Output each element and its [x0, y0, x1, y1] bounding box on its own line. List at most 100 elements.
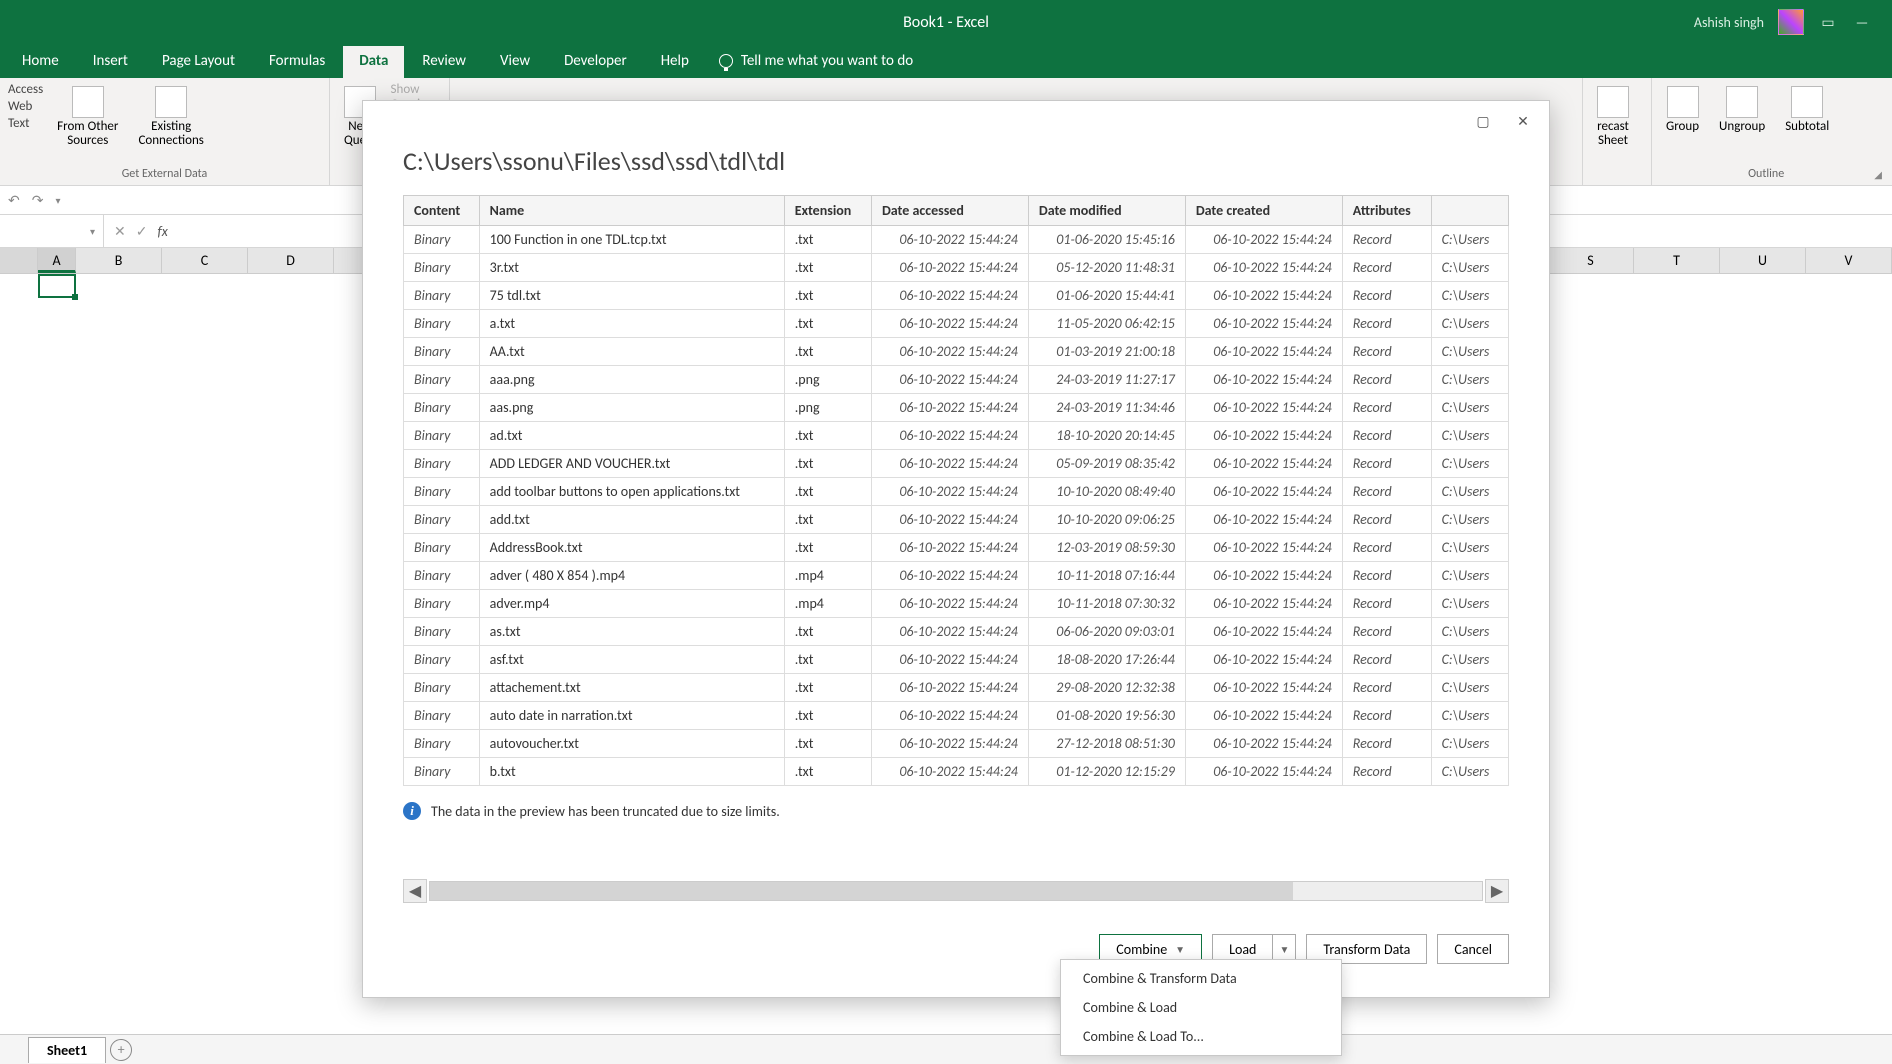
table-row[interactable]: Binaryadver.mp4.mp406-10-2022 15:44:2410…	[404, 590, 1509, 618]
folder-path: C:\Users\ssonu\Files\ssd\ssd\tdl\tdl	[363, 141, 1549, 195]
column-header-cell[interactable]: Attributes	[1342, 196, 1431, 226]
table-row[interactable]: Binaryadd toolbar buttons to open applic…	[404, 478, 1509, 506]
redo-icon[interactable]: ↷	[32, 192, 44, 209]
column-header[interactable]: C	[162, 248, 248, 273]
from-text-button[interactable]: Text	[8, 116, 43, 131]
table-cell: C:\Users	[1431, 422, 1508, 450]
column-header[interactable]: U	[1720, 248, 1806, 273]
table-row[interactable]: Binaryad.txt.txt06-10-2022 15:44:2418-10…	[404, 422, 1509, 450]
tab-view[interactable]: View	[484, 46, 546, 78]
tab-review[interactable]: Review	[406, 46, 482, 78]
add-sheet-button[interactable]: +	[110, 1039, 132, 1061]
horizontal-scrollbar[interactable]: ◀ ▶	[403, 878, 1509, 904]
table-cell: .txt	[784, 674, 871, 702]
tab-page-layout[interactable]: Page Layout	[146, 46, 251, 78]
subtotal-button[interactable]: Subtotal	[1779, 82, 1835, 138]
tab-help[interactable]: Help	[645, 46, 705, 78]
table-row[interactable]: Binary100 Function in one TDL.tcp.txt.tx…	[404, 226, 1509, 254]
table-cell: Record	[1342, 366, 1431, 394]
minimize-icon[interactable]: —	[1852, 12, 1872, 32]
table-cell: a.txt	[479, 310, 784, 338]
dialog-maximize-icon[interactable]: ▢	[1465, 106, 1501, 136]
table-cell: 06-10-2022 15:44:24	[871, 590, 1028, 618]
table-row[interactable]: Binaryb.txt.txt06-10-2022 15:44:2401-12-…	[404, 758, 1509, 786]
column-header[interactable]: T	[1634, 248, 1720, 273]
user-avatar[interactable]	[1778, 9, 1804, 35]
combine-load-item[interactable]: Combine & Load	[1061, 993, 1341, 1022]
scroll-thumb[interactable]	[430, 882, 1293, 900]
tell-me-search[interactable]: Tell me what you want to do	[707, 46, 925, 78]
table-row[interactable]: Binaryadver ( 480 X 854 ).mp4.mp406-10-2…	[404, 562, 1509, 590]
column-header-cell[interactable]: Name	[479, 196, 784, 226]
table-cell: 06-10-2022 15:44:24	[871, 702, 1028, 730]
enter-formula-icon[interactable]: ✓	[136, 223, 148, 240]
column-header-cell[interactable]	[1431, 196, 1508, 226]
table-row[interactable]: Binaryaaa.png.png06-10-2022 15:44:2424-0…	[404, 366, 1509, 394]
column-header[interactable]: V	[1806, 248, 1892, 273]
select-all-corner[interactable]	[0, 248, 38, 273]
ribbon-display-options-icon[interactable]: ▭	[1818, 12, 1838, 32]
table-row[interactable]: BinaryADD LEDGER AND VOUCHER.txt.txt06-1…	[404, 450, 1509, 478]
table-cell: Record	[1342, 646, 1431, 674]
scroll-left-icon[interactable]: ◀	[403, 879, 427, 903]
table-row[interactable]: Binary75 tdl.txt.txt06-10-2022 15:44:240…	[404, 282, 1509, 310]
column-header[interactable]: B	[76, 248, 162, 273]
outline-dialog-launcher-icon[interactable]: ◢	[1872, 168, 1884, 183]
table-row[interactable]: Binary3r.txt.txt06-10-2022 15:44:2405-12…	[404, 254, 1509, 282]
table-cell: C:\Users	[1431, 702, 1508, 730]
column-header-cell[interactable]: Extension	[784, 196, 871, 226]
lightbulb-icon	[719, 54, 733, 68]
tab-formulas[interactable]: Formulas	[253, 46, 341, 78]
combine-load-to-item[interactable]: Combine & Load To...	[1061, 1022, 1341, 1051]
column-header[interactable]: A	[38, 248, 76, 273]
name-box[interactable]: ▾	[0, 215, 104, 247]
cancel-formula-icon[interactable]: ✕	[114, 223, 126, 240]
sheet-tab[interactable]: Sheet1	[28, 1037, 106, 1063]
existing-connections-button[interactable]: Existing Connections	[132, 82, 209, 153]
scroll-right-icon[interactable]: ▶	[1485, 879, 1509, 903]
forecast-sheet-button[interactable]: recast Sheet	[1591, 82, 1635, 153]
table-row[interactable]: Binaryauto date in narration.txt.txt06-1…	[404, 702, 1509, 730]
from-web-button[interactable]: Web	[8, 99, 43, 114]
tab-developer[interactable]: Developer	[548, 46, 643, 78]
table-cell: Record	[1342, 338, 1431, 366]
tab-insert[interactable]: Insert	[77, 46, 144, 78]
table-row[interactable]: Binaryattachement.txt.txt06-10-2022 15:4…	[404, 674, 1509, 702]
column-header[interactable]: S	[1548, 248, 1634, 273]
from-access-button[interactable]: Access	[8, 82, 43, 97]
name-box-dropdown-icon[interactable]: ▾	[90, 225, 95, 238]
table-cell: Binary	[404, 338, 480, 366]
table-row[interactable]: Binarya.txt.txt06-10-2022 15:44:2411-05-…	[404, 310, 1509, 338]
selected-cell[interactable]	[38, 274, 76, 298]
column-header[interactable]: D	[248, 248, 334, 273]
insert-function-icon[interactable]: fx	[157, 223, 167, 240]
tab-data[interactable]: Data	[343, 46, 404, 78]
column-header-cell[interactable]: Content	[404, 196, 480, 226]
table-cell: Binary	[404, 702, 480, 730]
customize-qat-icon[interactable]: ▾	[55, 194, 60, 207]
table-cell: 06-10-2022 15:44:24	[871, 646, 1028, 674]
group-button[interactable]: Group	[1660, 82, 1705, 138]
column-header-cell[interactable]: Date modified	[1028, 196, 1185, 226]
navigator-dialog: ▢ ✕ C:\Users\ssonu\Files\ssd\ssd\tdl\tdl…	[362, 100, 1550, 998]
forecast-sheet-icon	[1597, 86, 1629, 118]
from-other-sources-button[interactable]: From Other Sources	[51, 82, 124, 153]
dialog-close-icon[interactable]: ✕	[1505, 106, 1541, 136]
cancel-button[interactable]: Cancel	[1437, 934, 1509, 964]
table-row[interactable]: BinaryAA.txt.txt06-10-2022 15:44:2401-03…	[404, 338, 1509, 366]
table-row[interactable]: Binaryaas.png.png06-10-2022 15:44:2424-0…	[404, 394, 1509, 422]
column-header-cell[interactable]: Date accessed	[871, 196, 1028, 226]
column-header-cell[interactable]: Date created	[1185, 196, 1342, 226]
table-cell: as.txt	[479, 618, 784, 646]
scroll-track[interactable]	[429, 881, 1483, 901]
ungroup-button[interactable]: Ungroup	[1713, 82, 1771, 138]
table-row[interactable]: BinaryAddressBook.txt.txt06-10-2022 15:4…	[404, 534, 1509, 562]
undo-icon[interactable]: ↶	[8, 192, 20, 209]
tab-home[interactable]: Home	[6, 46, 75, 78]
table-cell: 06-10-2022 15:44:24	[1185, 758, 1342, 786]
table-row[interactable]: Binaryautovoucher.txt.txt06-10-2022 15:4…	[404, 730, 1509, 758]
combine-transform-data-item[interactable]: Combine & Transform Data	[1061, 964, 1341, 993]
table-row[interactable]: Binaryasf.txt.txt06-10-2022 15:44:2418-0…	[404, 646, 1509, 674]
table-row[interactable]: Binaryadd.txt.txt06-10-2022 15:44:2410-1…	[404, 506, 1509, 534]
table-row[interactable]: Binaryas.txt.txt06-10-2022 15:44:2406-06…	[404, 618, 1509, 646]
